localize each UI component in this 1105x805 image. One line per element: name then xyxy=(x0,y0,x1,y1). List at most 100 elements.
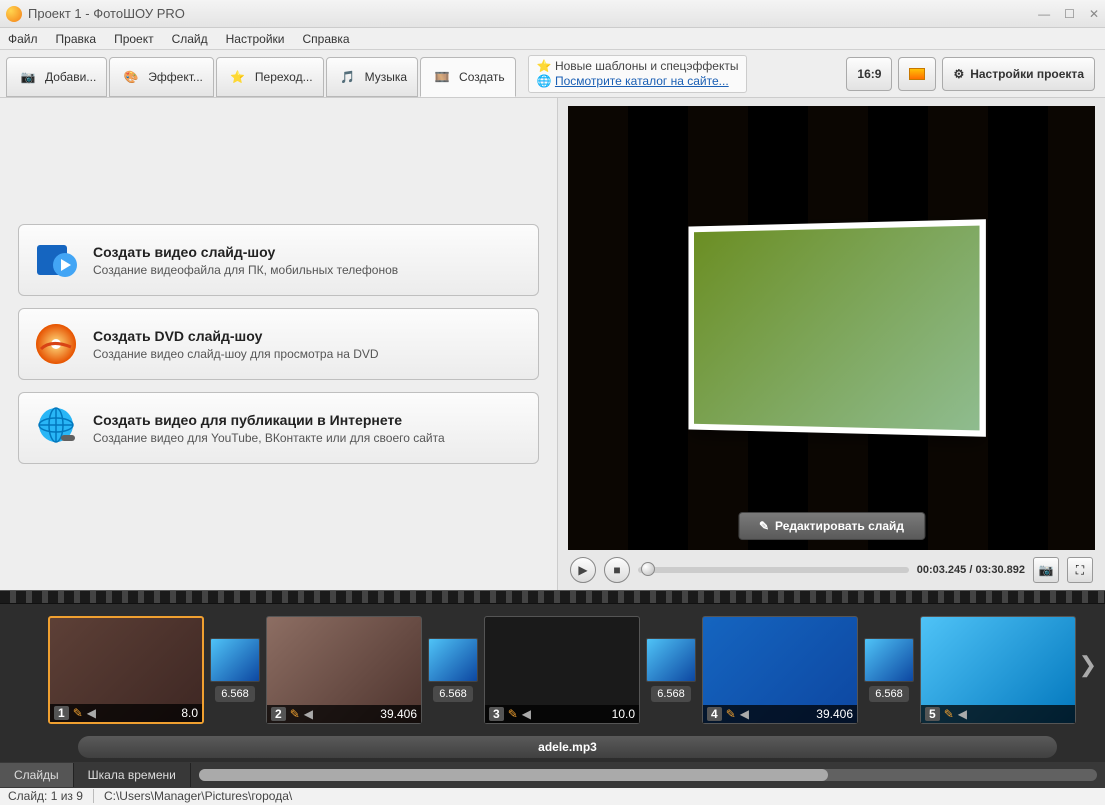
transition-time: 6.568 xyxy=(651,686,691,702)
audio-track[interactable]: adele.mp3 xyxy=(78,736,1057,758)
fullscreen-button[interactable]: ⛶ xyxy=(1067,557,1093,583)
playback-slider[interactable] xyxy=(638,567,909,573)
right-panel: ✎ Редактировать слайд ▶ ■ 00:03.245 / 03… xyxy=(558,98,1105,590)
audio-track-label: adele.mp3 xyxy=(538,740,597,754)
view-tab-slides-label: Слайды xyxy=(14,768,59,782)
fullscreen-icon: ⛶ xyxy=(1076,563,1084,578)
create-web-card[interactable]: Создать видео для публикации в Интернете… xyxy=(18,392,539,464)
stop-button[interactable]: ■ xyxy=(604,557,630,583)
tab-effects-label: Эффект... xyxy=(148,70,203,84)
toolbar-row: 📷 Добави... 🎨 Эффект... ⭐ Переход... 🎵 М… xyxy=(0,50,1105,98)
snapshot-button[interactable]: 📷 xyxy=(1033,557,1059,583)
tab-create-label: Создать xyxy=(459,70,505,84)
tab-transitions-label: Переход... xyxy=(255,70,313,84)
tab-add[interactable]: 📷 Добави... xyxy=(6,57,107,97)
edit-slide-label: Редактировать слайд xyxy=(775,519,904,533)
transition-time: 6.568 xyxy=(869,686,909,702)
titlebar: Проект 1 - ФотоШОУ PRO — ☐ ✕ xyxy=(0,0,1105,28)
notice-link[interactable]: Посмотрите каталог на сайте... xyxy=(555,74,729,88)
chevron-left-icon: ◀ xyxy=(958,707,967,721)
transition-4[interactable]: 6.568 xyxy=(864,638,914,702)
slide-thumb-5[interactable]: 5 ✎ ◀ xyxy=(920,616,1076,724)
chevron-left-icon: ◀ xyxy=(304,707,313,721)
transition-time: 6.568 xyxy=(433,686,473,702)
workspace: Создать видео слайд-шоу Создание видеофа… xyxy=(0,98,1105,590)
video-icon xyxy=(33,237,79,283)
camera-icon: 📷 xyxy=(1039,563,1054,577)
statusbar: Слайд: 1 из 9 C:\Users\Manager\Pictures\… xyxy=(0,785,1105,805)
create-video-title: Создать видео слайд-шоу xyxy=(93,244,398,260)
create-web-title: Создать видео для публикации в Интернете xyxy=(93,412,445,428)
preview-area[interactable]: ✎ Редактировать слайд xyxy=(568,106,1095,550)
slider-thumb[interactable] xyxy=(641,562,655,576)
camera-icon: 📷 xyxy=(17,66,39,88)
tab-effects[interactable]: 🎨 Эффект... xyxy=(109,57,214,97)
tab-music[interactable]: 🎵 Музыка xyxy=(326,57,418,97)
time-label: 00:03.245 / 03:30.892 xyxy=(917,564,1025,576)
slide-thumb-4[interactable]: 4✎◀39.406 xyxy=(702,616,858,724)
transition-3[interactable]: 6.568 xyxy=(646,638,696,702)
film-strip xyxy=(0,590,1105,604)
menu-project[interactable]: Проект xyxy=(114,32,154,46)
chevron-left-icon: ◀ xyxy=(740,707,749,721)
menu-slide[interactable]: Слайд xyxy=(172,32,208,46)
status-path: C:\Users\Manager\Pictures\города\ xyxy=(104,789,292,803)
maximize-button[interactable]: ☐ xyxy=(1064,7,1075,21)
pencil-icon: ✎ xyxy=(290,707,300,721)
preview-frame xyxy=(688,219,985,437)
slide-thumb-3[interactable]: 3✎◀10.0 xyxy=(484,616,640,724)
pencil-icon: ✎ xyxy=(944,707,954,721)
transition-1[interactable]: 6.568 xyxy=(210,638,260,702)
transition-thumb xyxy=(210,638,260,682)
slide-duration: 39.406 xyxy=(816,707,853,721)
horizontal-scrollbar[interactable] xyxy=(199,769,1097,781)
create-dvd-desc: Создание видео слайд-шоу для просмотра н… xyxy=(93,347,379,361)
timeline-section: 1✎◀8.06.5682✎◀39.4066.5683✎◀10.06.5684✎◀… xyxy=(0,590,1105,785)
pencil-icon: ✎ xyxy=(508,707,518,721)
menu-edit[interactable]: Правка xyxy=(56,32,97,46)
slide-number: 3 xyxy=(489,707,504,721)
transition-thumb xyxy=(428,638,478,682)
view-tab-timeline-label: Шкала времени xyxy=(88,768,176,782)
close-button[interactable]: ✕ xyxy=(1089,7,1099,21)
slide-number: 5 xyxy=(925,707,940,721)
player-bar: ▶ ■ 00:03.245 / 03:30.892 📷 ⛶ xyxy=(568,550,1095,590)
play-button[interactable]: ▶ xyxy=(570,557,596,583)
menu-file[interactable]: Файл xyxy=(8,32,38,46)
pencil-icon: ✎ xyxy=(726,707,736,721)
tab-transitions[interactable]: ⭐ Переход... xyxy=(216,57,324,97)
create-dvd-card[interactable]: Создать DVD слайд-шоу Создание видео сла… xyxy=(18,308,539,380)
slides-row[interactable]: 1✎◀8.06.5682✎◀39.4066.5683✎◀10.06.5684✎◀… xyxy=(0,604,1105,732)
transition-time: 6.568 xyxy=(215,686,255,702)
scrollbar-thumb[interactable] xyxy=(199,769,828,781)
transition-2[interactable]: 6.568 xyxy=(428,638,478,702)
transition-thumb xyxy=(864,638,914,682)
minimize-button[interactable]: — xyxy=(1038,7,1050,21)
star-icon: ⭐ xyxy=(537,59,552,73)
slide-thumb-1[interactable]: 1✎◀8.0 xyxy=(48,616,204,724)
aspect-ratio-button[interactable]: 16:9 xyxy=(846,57,892,91)
left-panel: Создать видео слайд-шоу Создание видеофа… xyxy=(0,98,558,590)
gear-icon: ⚙ xyxy=(953,67,964,81)
menu-settings[interactable]: Настройки xyxy=(226,32,285,46)
create-video-card[interactable]: Создать видео слайд-шоу Создание видеофа… xyxy=(18,224,539,296)
tab-create[interactable]: 🎞️ Создать xyxy=(420,57,516,97)
film-icon: 🎞️ xyxy=(431,66,453,88)
pencil-icon: ✎ xyxy=(73,706,83,720)
tab-music-label: Музыка xyxy=(365,70,407,84)
view-tab-timeline[interactable]: Шкала времени xyxy=(74,763,191,787)
menu-help[interactable]: Справка xyxy=(302,32,349,46)
palette-icon: 🎨 xyxy=(120,66,142,88)
next-slides-button[interactable]: ❯ xyxy=(1079,652,1097,678)
view-tab-slides[interactable]: Слайды xyxy=(0,763,74,787)
slide-duration: 8.0 xyxy=(181,706,198,720)
slide-thumb-2[interactable]: 2✎◀39.406 xyxy=(266,616,422,724)
edit-slide-button[interactable]: ✎ Редактировать слайд xyxy=(738,512,925,540)
globe-icon xyxy=(33,405,79,451)
create-dvd-title: Создать DVD слайд-шоу xyxy=(93,328,379,344)
tab-toolbar: 📷 Добави... 🎨 Эффект... ⭐ Переход... 🎵 М… xyxy=(0,50,518,97)
notice-line1: Новые шаблоны и спецэффекты xyxy=(555,59,739,73)
display-mode-button[interactable] xyxy=(898,57,936,91)
window-controls: — ☐ ✕ xyxy=(1038,7,1099,21)
project-settings-button[interactable]: ⚙Настройки проекта xyxy=(942,57,1095,91)
